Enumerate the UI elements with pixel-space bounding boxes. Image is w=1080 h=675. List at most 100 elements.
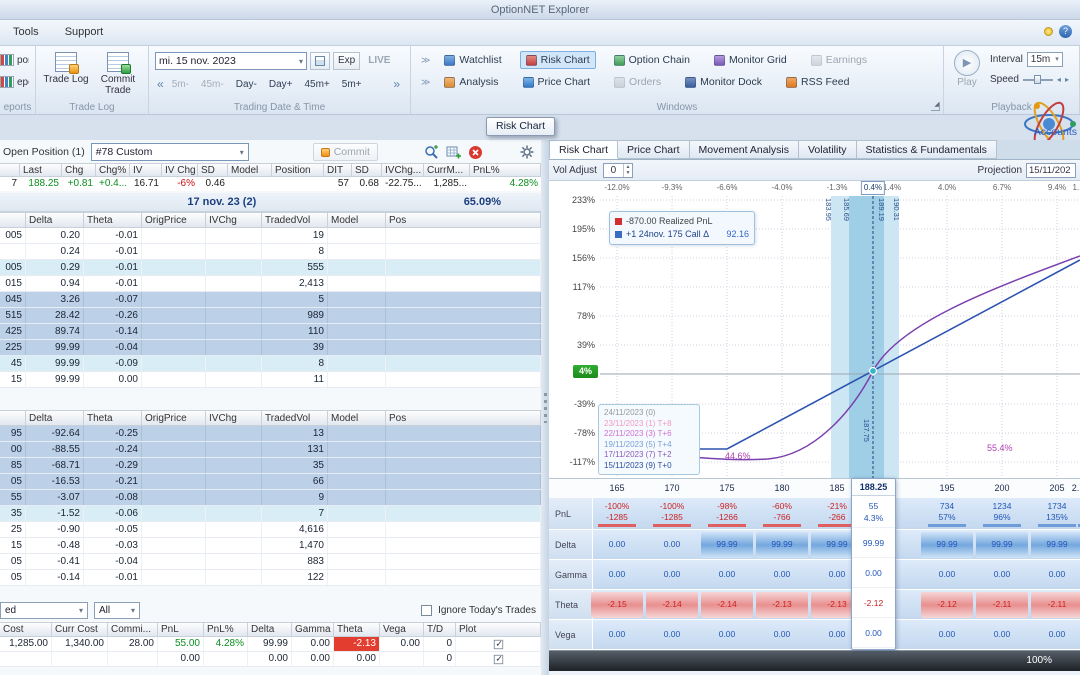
table-row[interactable]: 00 -88.55 -0.24 131 <box>0 442 541 458</box>
table-row[interactable]: 55 -3.07 -0.08 9 <box>0 490 541 506</box>
commit-trade-button[interactable]: Commit Trade <box>94 49 142 97</box>
step-button-5m-[interactable]: 5m+ <box>338 77 366 92</box>
trade-log-button[interactable]: Trade Log <box>42 49 90 97</box>
column-header[interactable]: Model <box>328 213 386 227</box>
column-header[interactable]: IVChg <box>206 213 262 227</box>
tab-price-chart[interactable]: Price Chart <box>618 140 690 159</box>
tab-risk-chart[interactable]: Risk Chart <box>549 140 619 159</box>
column-header[interactable]: Delta <box>248 623 292 636</box>
vol-adjust-stepper[interactable]: 0 ▲ ▼ <box>602 162 633 178</box>
table-row[interactable]: 85 -68.71 -0.29 35 <box>0 458 541 474</box>
table-row[interactable]: 425 89.74 -0.14 110 <box>0 324 541 340</box>
ribbon-toggle-earnings[interactable]: Earnings <box>805 51 873 69</box>
column-header[interactable]: Theta <box>84 411 142 425</box>
column-header[interactable]: TradedVol <box>262 411 328 425</box>
table-row[interactable]: 05 -0.14 -0.01 122 <box>0 570 541 586</box>
tip-icon[interactable] <box>1044 27 1053 36</box>
column-header[interactable]: Cost <box>0 623 52 636</box>
close-position-icon[interactable] <box>468 144 484 160</box>
menu-item-support[interactable]: Support <box>52 20 117 45</box>
column-header[interactable]: Theta <box>334 623 380 636</box>
tab-volatility[interactable]: Volatility <box>799 140 857 159</box>
accounts-link[interactable]: Accounts <box>1034 126 1077 138</box>
commit-button[interactable]: Commit <box>312 143 378 161</box>
ribbon-toggle-price-chart[interactable]: Price Chart <box>517 73 597 91</box>
column-header[interactable] <box>0 411 26 425</box>
calendar-button[interactable] <box>310 52 330 70</box>
column-header[interactable]: Last <box>20 164 62 176</box>
column-header[interactable] <box>0 213 26 227</box>
table-row[interactable]: 005 0.20 -0.01 19 <box>0 228 541 244</box>
table-row[interactable]: 015 0.94 -0.01 2,413 <box>0 276 541 292</box>
ribbon-toggle-orders[interactable]: Orders <box>608 73 667 91</box>
column-header[interactable]: IV Chg <box>162 164 198 176</box>
column-header[interactable]: DIT <box>324 164 352 176</box>
speed-slider[interactable] <box>1022 74 1053 84</box>
trade-filter-select[interactable]: ed ▾ <box>0 601 88 619</box>
table-row[interactable]: 05 -16.53 -0.21 66 <box>0 474 541 490</box>
down-arrow-icon[interactable]: ▼ <box>624 170 632 177</box>
column-header[interactable]: Pos <box>386 213 541 227</box>
column-header[interactable]: Gamma <box>292 623 334 636</box>
step-forward-icon[interactable]: » <box>393 78 400 90</box>
step-button-day-[interactable]: Day- <box>232 77 261 92</box>
ribbon-toggle-rss-feed[interactable]: RSS Feed <box>780 73 855 91</box>
column-header[interactable]: IVChg <box>206 411 262 425</box>
exp-button[interactable]: Exp <box>333 52 361 70</box>
column-header[interactable]: Model <box>228 164 272 176</box>
column-header[interactable]: Plot <box>456 623 541 636</box>
menu-item-tools[interactable]: Tools <box>0 20 52 45</box>
column-header[interactable]: Vega <box>380 623 424 636</box>
column-header[interactable]: PnL% <box>470 164 541 176</box>
panel-splitter[interactable] <box>541 140 549 675</box>
zoom-icon[interactable] <box>424 144 440 160</box>
column-header[interactable]: PnL% <box>204 623 248 636</box>
column-header[interactable]: Curr Cost <box>52 623 108 636</box>
column-header[interactable]: OrigPrice <box>142 411 206 425</box>
step-button-day-[interactable]: Day+ <box>265 77 297 92</box>
column-header[interactable]: Theta <box>84 213 142 227</box>
step-button-45m-[interactable]: 45m- <box>197 77 228 92</box>
column-header[interactable]: Delta <box>26 411 84 425</box>
column-header[interactable]: PnL <box>158 623 204 636</box>
ribbon-toggle-watchlist[interactable]: Watchlist <box>438 51 507 69</box>
column-header[interactable]: Commi... <box>108 623 158 636</box>
reports-button[interactable]: ports <box>0 49 29 71</box>
stepper-arrows[interactable]: ▲ ▼ <box>622 163 632 177</box>
slider-thumb[interactable] <box>1033 74 1041 84</box>
column-header[interactable]: Chg <box>62 164 96 176</box>
column-header[interactable]: Delta <box>26 213 84 227</box>
projection-date-input[interactable]: 15/11/202 <box>1026 162 1076 178</box>
table-row[interactable]: 005 0.29 -0.01 555 <box>0 260 541 276</box>
column-header[interactable]: Chg% <box>96 164 130 176</box>
interval-select[interactable]: 15m ▾ <box>1026 51 1063 67</box>
reports-button-2[interactable]: eports <box>0 71 29 93</box>
ribbon-toggle-risk-chart[interactable]: Risk Chart <box>519 51 596 69</box>
column-header[interactable]: Pos <box>386 411 541 425</box>
add-grid-icon[interactable] <box>446 144 462 160</box>
table-row[interactable]: 45 99.99 -0.09 8 <box>0 356 541 372</box>
column-header[interactable]: TradedVol <box>262 213 328 227</box>
column-header[interactable]: IV <box>130 164 162 176</box>
dialog-launcher-icon[interactable]: ◢ <box>931 102 940 111</box>
ribbon-toggle-option-chain[interactable]: Option Chain <box>608 51 696 69</box>
position-select[interactable]: #78 Custom ▾ <box>90 143 249 161</box>
plot-checkbox[interactable] <box>493 653 503 665</box>
column-header[interactable]: IVChg... <box>382 164 424 176</box>
column-header[interactable]: SD <box>198 164 228 176</box>
ignore-today-checkbox[interactable] <box>421 604 433 616</box>
plot-checkbox[interactable] <box>493 638 503 650</box>
table-row[interactable]: 35 -1.52 -0.06 7 <box>0 506 541 522</box>
tab-movement-analysis[interactable]: Movement Analysis <box>689 140 799 159</box>
type-filter-select[interactable]: All ▾ <box>94 601 140 619</box>
live-button[interactable]: LIVE <box>363 52 395 70</box>
help-icon[interactable]: ? <box>1059 25 1072 38</box>
date-input[interactable]: mi. 15 nov. 2023 ▾ <box>155 52 307 70</box>
ribbon-toggle-monitor-grid[interactable]: Monitor Grid <box>708 51 793 69</box>
ribbon-toggle-monitor-dock[interactable]: Monitor Dock <box>679 73 768 91</box>
column-header[interactable]: Position <box>272 164 324 176</box>
column-header[interactable]: T/D <box>424 623 456 636</box>
table-row[interactable]: 225 99.99 -0.04 39 <box>0 340 541 356</box>
column-header[interactable]: OrigPrice <box>142 213 206 227</box>
ribbon-toggle-analysis[interactable]: Analysis <box>438 73 504 91</box>
